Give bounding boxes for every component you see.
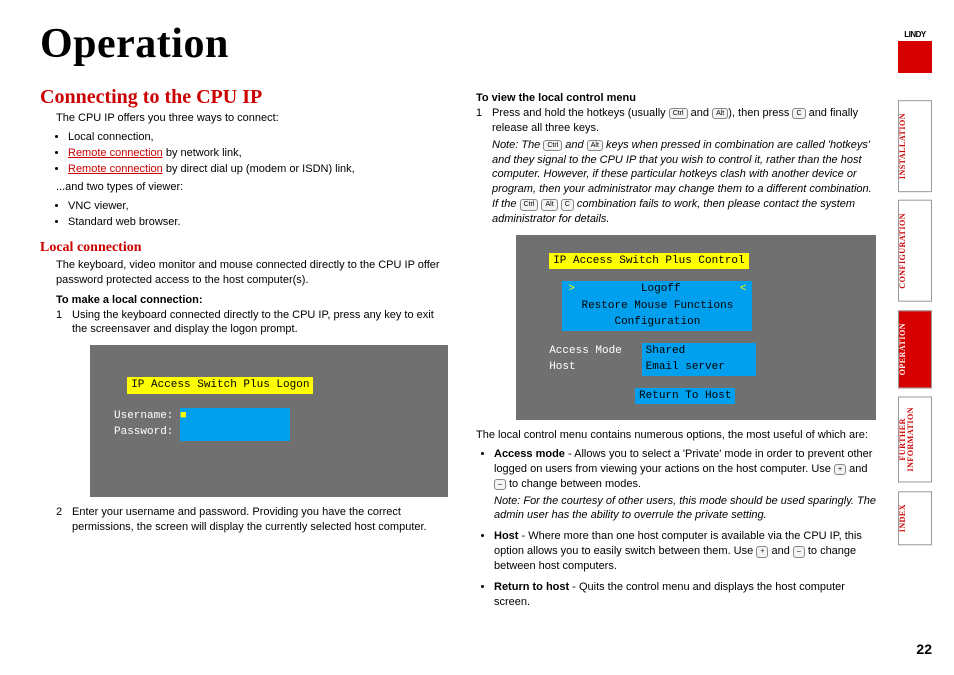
access-mode-note: Note: For the courtesy of other users, t… [494, 494, 879, 524]
plus-key-icon: + [834, 464, 846, 475]
access-mode-value: Shared [642, 343, 756, 360]
post-text: The local control menu contains numerous… [476, 428, 879, 443]
make-local-heading: To make a local connection: [40, 294, 448, 306]
vm-note: Note: The Ctrl and Alt keys when pressed… [476, 138, 879, 227]
text: by network link, [163, 147, 242, 159]
password-label: Password: [114, 426, 173, 438]
config-option: Configuration [562, 314, 752, 331]
brand-text: LINDY [898, 30, 932, 39]
step-text: Enter your username and password. Provid… [72, 505, 448, 535]
list-item: Standard web browser. [68, 215, 448, 230]
control-title: IP Access Switch Plus Control [549, 253, 748, 270]
brand-square-icon [898, 41, 932, 73]
remote-connection-link[interactable]: Remote connection [68, 147, 163, 159]
logon-terminal: IP Access Switch Plus Logon Username: ■ … [90, 345, 448, 497]
step-number: 1 [56, 308, 66, 338]
host-bold: Host [494, 530, 518, 542]
c-key-icon: C [561, 199, 574, 210]
list-item: Return to host - Quits the control menu … [494, 580, 879, 610]
connection-list: Local connection, Remote connection by n… [68, 130, 448, 177]
ctrl-key-icon: Ctrl [520, 199, 539, 210]
username-field: ■ [180, 408, 290, 425]
brand-logo: LINDY [898, 30, 932, 73]
intro2-text: ...and two types of viewer: [40, 180, 448, 195]
view-menu-heading: To view the local control menu [476, 92, 879, 104]
list-item: Access mode - Allows you to select a 'Pr… [494, 447, 879, 523]
step-2: 2 Enter your username and password. Prov… [40, 505, 448, 535]
tab-further-information[interactable]: FURTHERINFORMATION [898, 396, 932, 482]
password-field [180, 424, 290, 441]
list-item: Local connection, [68, 130, 448, 145]
minus-key-icon: – [793, 546, 805, 557]
c-key-icon: C [792, 108, 805, 119]
list-item: VNC viewer, [68, 199, 448, 214]
ctrl-key-icon: Ctrl [669, 108, 688, 119]
tab-installation[interactable]: INSTALLATION [898, 100, 932, 192]
control-terminal: IP Access Switch Plus Control > Logoff <… [516, 235, 876, 421]
text: by direct dial up (modem or ISDN) link, [163, 163, 355, 175]
step-1: 1 Using the keyboard connected directly … [40, 308, 448, 338]
alt-key-icon: Alt [541, 199, 557, 210]
options-list: Access mode - Allows you to select a 'Pr… [494, 447, 879, 609]
return-option: Return To Host [635, 388, 735, 405]
page-number: 22 [916, 641, 932, 657]
step-number: 2 [56, 505, 66, 535]
host-label: Host [549, 361, 575, 373]
side-tabs: INSTALLATION CONFIGURATION OPERATION FUR… [898, 100, 932, 545]
list-item: Remote connection by direct dial up (mod… [68, 162, 448, 177]
step-text: Using the keyboard connected directly to… [72, 308, 448, 338]
tab-configuration[interactable]: CONFIGURATION [898, 200, 932, 302]
return-bold: Return to host [494, 581, 569, 593]
logon-title: IP Access Switch Plus Logon [127, 377, 313, 394]
local-connection-text: The keyboard, video monitor and mouse co… [40, 258, 448, 288]
step-text: Press and hold the hotkeys (usually Ctrl… [492, 106, 879, 136]
vm-step-1: 1 Press and hold the hotkeys (usually Ct… [476, 106, 879, 136]
step-number: 1 [476, 106, 486, 136]
host-value: Email server [642, 359, 756, 376]
right-column: To view the local control menu 1 Press a… [476, 86, 879, 616]
tab-operation[interactable]: OPERATION [898, 310, 932, 388]
plus-key-icon: + [756, 546, 768, 557]
logoff-option: Logoff [641, 283, 681, 295]
ctrl-key-icon: Ctrl [543, 140, 562, 151]
minus-key-icon: – [494, 479, 506, 490]
tab-index[interactable]: INDEX [898, 491, 932, 545]
username-label: Username: [114, 410, 173, 422]
local-connection-heading: Local connection [40, 240, 448, 256]
page-title: Operation [40, 20, 879, 68]
connecting-heading: Connecting to the CPU IP [40, 86, 448, 109]
list-item: Host - Where more than one host computer… [494, 529, 879, 574]
access-mode-label: Access Mode [549, 345, 622, 357]
alt-key-icon: Alt [712, 108, 728, 119]
access-mode-bold: Access mode [494, 448, 565, 460]
remote-connection-link[interactable]: Remote connection [68, 163, 163, 175]
alt-key-icon: Alt [587, 140, 603, 151]
left-column: Connecting to the CPU IP The CPU IP offe… [40, 86, 448, 616]
intro-text: The CPU IP offers you three ways to conn… [40, 111, 448, 126]
viewer-list: VNC viewer, Standard web browser. [68, 199, 448, 230]
list-item: Remote connection by network link, [68, 146, 448, 161]
restore-option: Restore Mouse Functions [562, 298, 752, 315]
